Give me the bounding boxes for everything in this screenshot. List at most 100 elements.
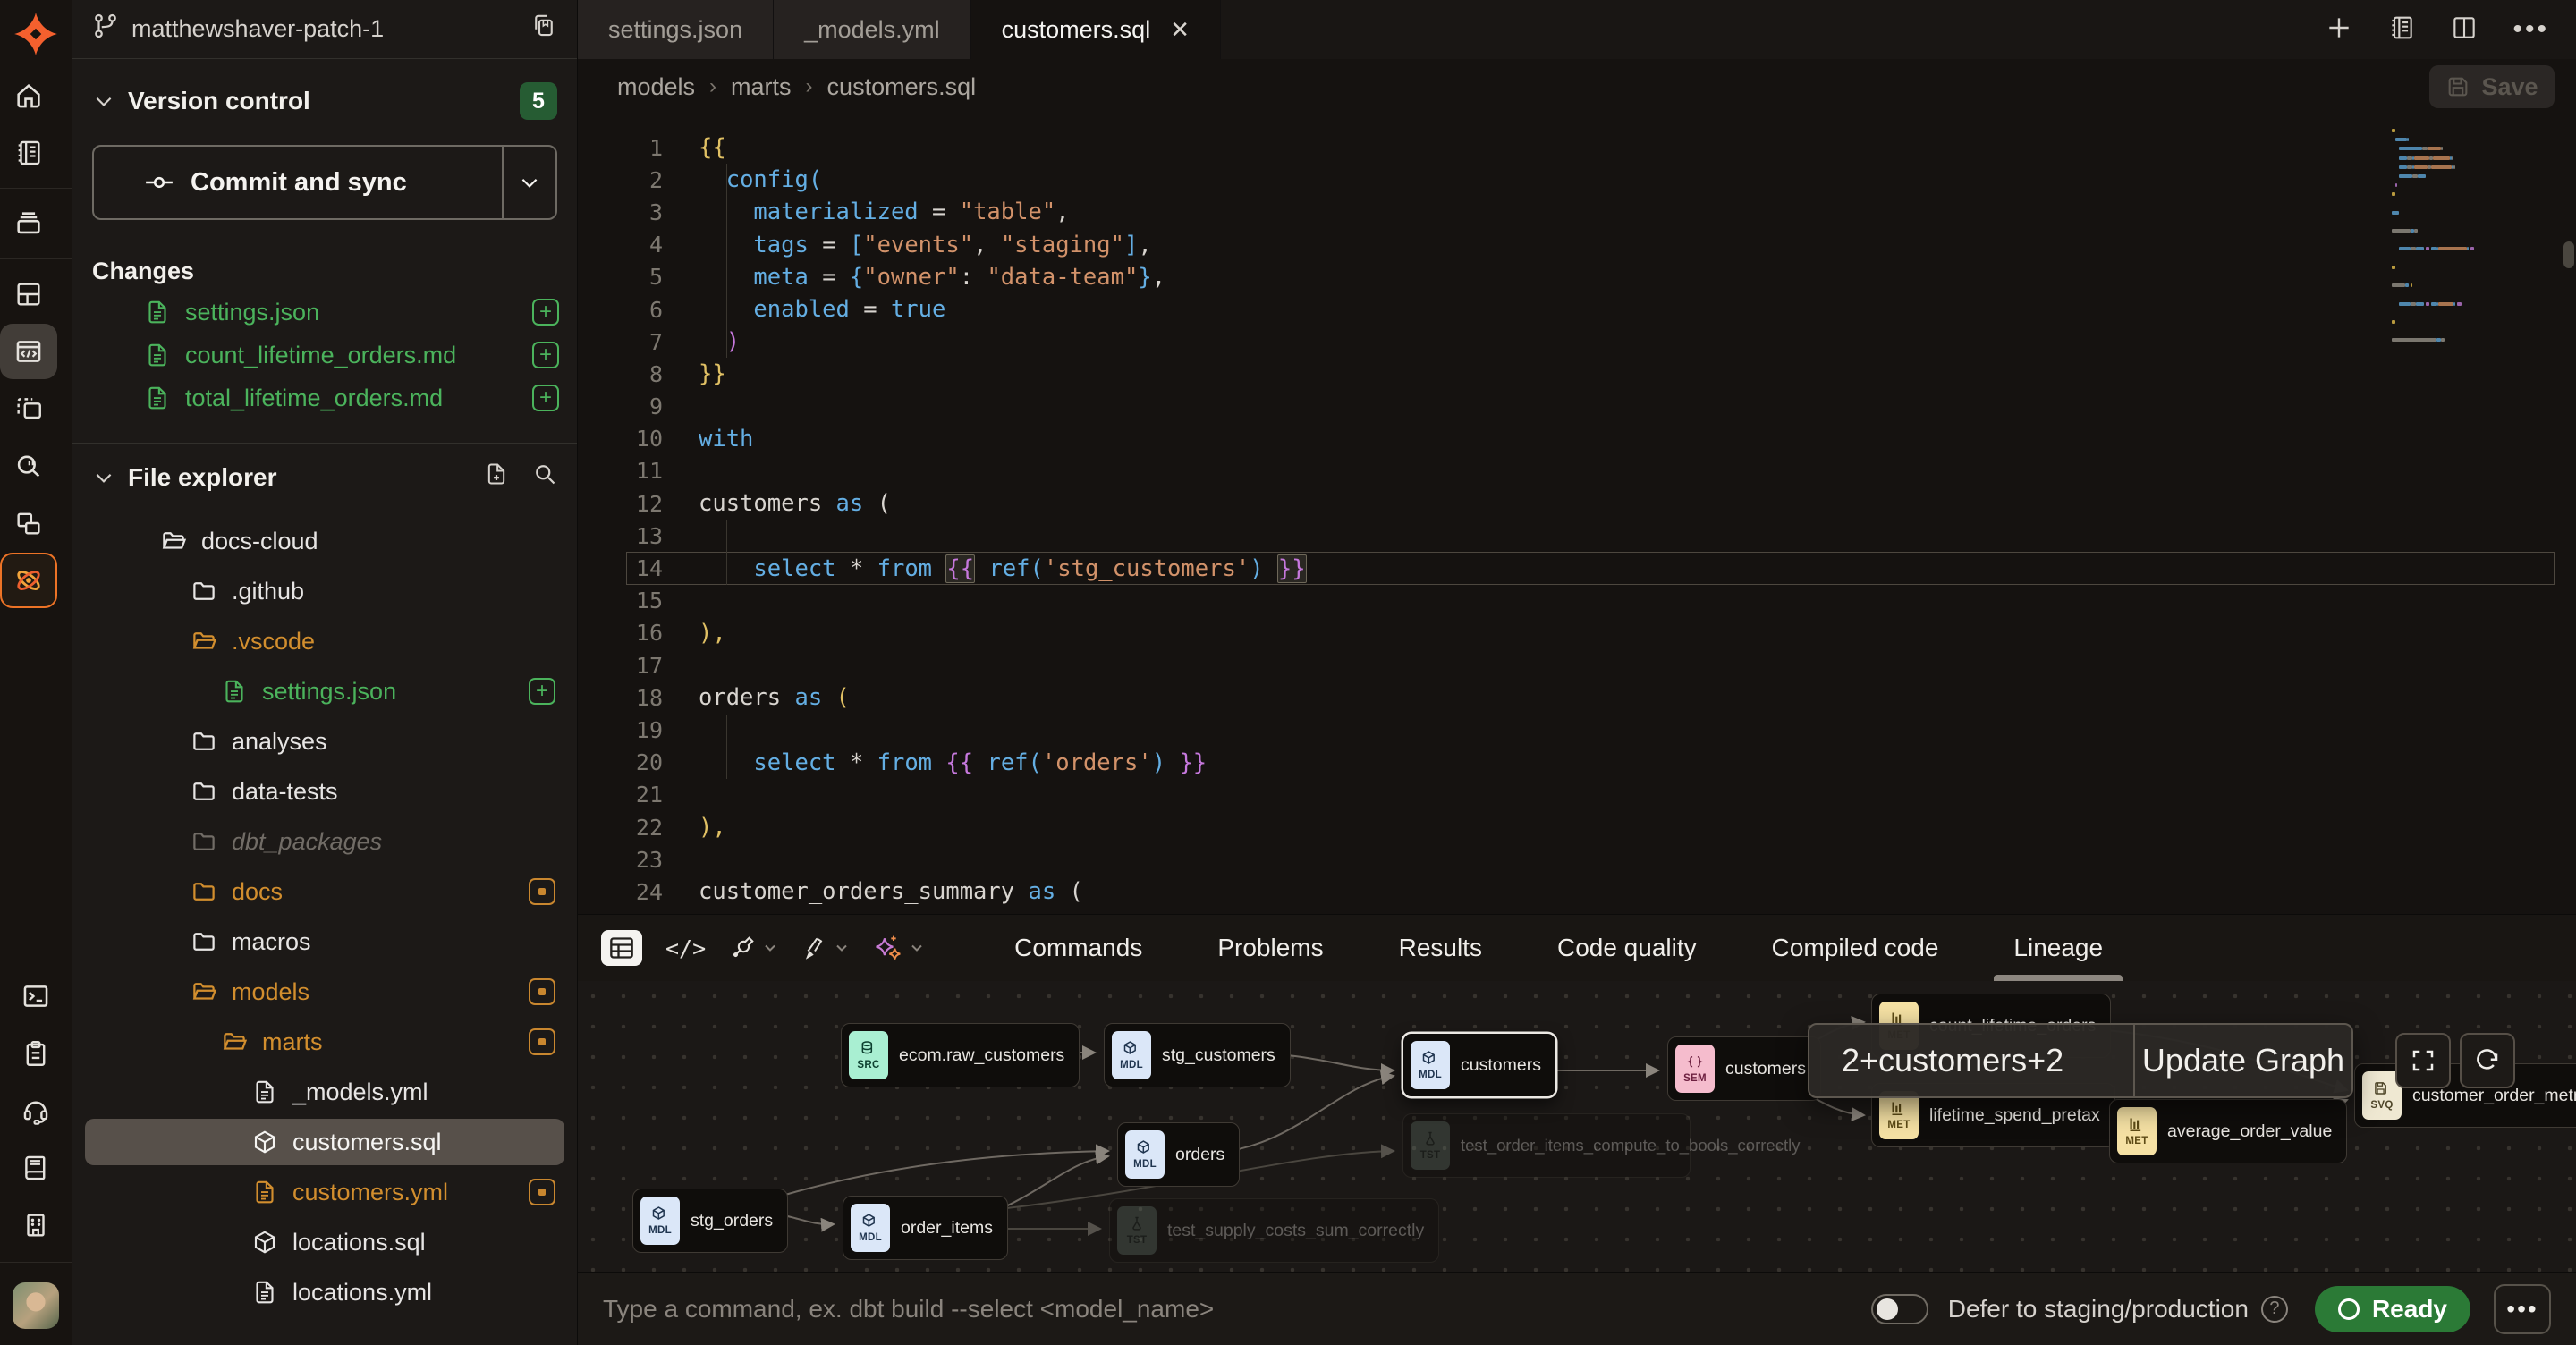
format-dropdown[interactable] (802, 935, 851, 960)
code-line-8[interactable]: 8}} (578, 358, 2576, 390)
tree-item-docs[interactable]: docs (72, 867, 577, 917)
changed-file-row[interactable]: count_lifetime_orders.md + (72, 334, 577, 376)
refresh-graph-button[interactable] (2460, 1033, 2515, 1088)
lineage-canvas[interactable]: SRC ecom.raw_customers MDL stg_customers… (578, 981, 2576, 1272)
fullscreen-button[interactable] (2395, 1033, 2451, 1088)
rail-item-code-editor[interactable] (0, 324, 57, 379)
branch-name[interactable]: matthewshaver-patch-1 (131, 15, 530, 43)
code-line-10[interactable]: 10with (578, 423, 2576, 455)
rail-item-docs-book[interactable] (7, 1140, 64, 1196)
code-line-7[interactable]: 7 ) (578, 326, 2576, 358)
status-more-button[interactable]: ••• (2494, 1284, 2551, 1334)
tree-item-docs-cloud[interactable]: docs-cloud (72, 516, 577, 566)
new-tab-icon[interactable] (2325, 13, 2353, 47)
command-input[interactable] (603, 1295, 1871, 1324)
rail-item-explore[interactable] (0, 438, 57, 494)
changed-file-row[interactable]: total_lifetime_orders.md + (72, 376, 577, 419)
breadcrumb-file[interactable]: customers.sql (827, 73, 977, 101)
code-line-5[interactable]: 5 meta = {"owner": "data-team"}, (578, 261, 2576, 293)
code-line-20[interactable]: 20 select * from {{ ref('orders') }} (578, 747, 2576, 779)
lineage-node-stg_customers[interactable]: MDL stg_customers (1104, 1023, 1291, 1087)
new-file-icon[interactable] (484, 461, 509, 493)
lineage-node-stg_orders[interactable]: MDL stg_orders (632, 1189, 788, 1253)
code-line-15[interactable]: 15 (578, 585, 2576, 617)
code-line-11[interactable]: 11 (578, 455, 2576, 487)
breadcrumb-models[interactable]: models (617, 73, 695, 101)
version-control-header[interactable]: Version control 5 (72, 59, 577, 129)
rail-item-headset[interactable] (7, 1083, 64, 1138)
editor-tab-customers.sql[interactable]: customers.sql ✕ (971, 0, 1221, 59)
panel-tab-problems[interactable]: Problems (1180, 915, 1360, 981)
rail-item-windows[interactable] (0, 381, 57, 436)
code-line-17[interactable]: 17 (578, 649, 2576, 681)
tree-item-analyses[interactable]: analyses (72, 716, 577, 766)
breadcrumb-marts[interactable]: marts (731, 73, 792, 101)
lineage-node-order_items[interactable]: MDL order_items (843, 1196, 1008, 1260)
code-line-18[interactable]: 18orders as ( (578, 681, 2576, 714)
code-line-1[interactable]: 1{{ (578, 131, 2576, 164)
code-line-21[interactable]: 21 (578, 779, 2576, 811)
tree-item-.vscode[interactable]: .vscode (72, 616, 577, 666)
rail-item-terminal[interactable] (7, 969, 64, 1024)
code-line-22[interactable]: 22), (578, 811, 2576, 843)
code-line-13[interactable]: 13 (578, 520, 2576, 552)
tree-item-_models.yml[interactable]: _models.yml (72, 1067, 577, 1117)
code-line-23[interactable]: 23 (578, 843, 2576, 876)
editor-scrollbar[interactable] (2563, 241, 2574, 268)
user-avatar[interactable] (13, 1282, 59, 1329)
lineage-node-orders[interactable]: MDL orders (1117, 1122, 1240, 1187)
update-graph-button[interactable]: Update Graph (2135, 1025, 2351, 1096)
dbt-logo-icon[interactable] (13, 11, 59, 57)
lineage-node-customers_model[interactable]: MDL customers (1402, 1033, 1556, 1097)
tree-item-models[interactable]: models (72, 967, 577, 1017)
notebook-panel-icon[interactable] (2387, 13, 2416, 47)
rail-item-orchestration[interactable] (0, 495, 57, 551)
code-line-6[interactable]: 6 enabled = true (578, 293, 2576, 326)
tree-item-dbt_packages[interactable]: dbt_packages (72, 816, 577, 867)
tree-item-customers.yml[interactable]: customers.yml (72, 1167, 577, 1217)
code-line-2[interactable]: 2 config( (578, 164, 2576, 196)
rail-item-home[interactable] (0, 68, 57, 123)
rail-item-inbox[interactable] (0, 196, 57, 251)
tree-item-settings.json[interactable]: settings.json+ (72, 666, 577, 716)
file-explorer-header[interactable]: File explorer (72, 444, 577, 505)
code-line-19[interactable]: 19 (578, 714, 2576, 746)
lineage-node-raw_customers[interactable]: SRC ecom.raw_customers (841, 1023, 1080, 1087)
code-area[interactable]: 1{{2 config(3 materialized = "table",4 t… (578, 114, 2576, 914)
code-line-4[interactable]: 4 tags = ["events", "staging"], (578, 229, 2576, 261)
tree-item-data-tests[interactable]: data-tests (72, 766, 577, 816)
rail-item-dbt-copilot[interactable] (0, 553, 57, 608)
tree-item-macros[interactable]: macros (72, 917, 577, 967)
more-options-icon[interactable]: ••• (2512, 14, 2549, 45)
code-line-24[interactable]: 24customer_orders_summary as ( (578, 876, 2576, 908)
search-files-icon[interactable] (532, 461, 557, 493)
code-line-12[interactable]: 12customers as ( (578, 487, 2576, 520)
panel-tab-commands[interactable]: Commands (977, 915, 1180, 981)
code-line-14[interactable]: 14 select * from {{ ref('stg_customers')… (578, 552, 2576, 584)
ready-status-badge[interactable]: Ready (2315, 1286, 2470, 1332)
dbt-copilot-dropdown[interactable] (874, 934, 926, 962)
commit-options-dropdown[interactable] (504, 147, 555, 218)
panel-tab-code-quality[interactable]: Code quality (1520, 915, 1734, 981)
tree-item-.github[interactable]: .github (72, 566, 577, 616)
defer-toggle[interactable] (1871, 1294, 1928, 1324)
panel-tab-compiled-code[interactable]: Compiled code (1734, 915, 1977, 981)
panel-tab-results[interactable]: Results (1361, 915, 1520, 981)
compile-code-icon[interactable]: </> (665, 935, 706, 961)
commit-and-sync-button[interactable]: Commit and sync (94, 147, 504, 218)
editor-tab-_models.yml[interactable]: _models.yml (774, 0, 971, 59)
lineage-node-test_supply[interactable]: TST test_supply_costs_sum_correctly (1109, 1198, 1439, 1263)
code-line-3[interactable]: 3 materialized = "table", (578, 196, 2576, 228)
rail-item-clipboard[interactable] (7, 1026, 64, 1081)
copy-branch-icon[interactable] (530, 13, 557, 46)
lineage-node-average_order_value[interactable]: MET average_order_value (2109, 1099, 2347, 1163)
tree-item-marts[interactable]: marts (72, 1017, 577, 1067)
tree-item-customers.sql[interactable]: customers.sql (72, 1117, 577, 1167)
editor-tab-settings.json[interactable]: settings.json (578, 0, 774, 59)
panel-tab-lineage[interactable]: Lineage (1976, 915, 2140, 981)
lineage-node-test_order_items[interactable]: TST test_order_items_compute_to_bools_co… (1402, 1113, 1690, 1178)
split-editor-icon[interactable] (2450, 13, 2479, 47)
save-button[interactable]: Save (2429, 65, 2555, 108)
rail-item-notebook[interactable] (0, 125, 57, 181)
help-icon[interactable]: ? (2261, 1296, 2288, 1323)
